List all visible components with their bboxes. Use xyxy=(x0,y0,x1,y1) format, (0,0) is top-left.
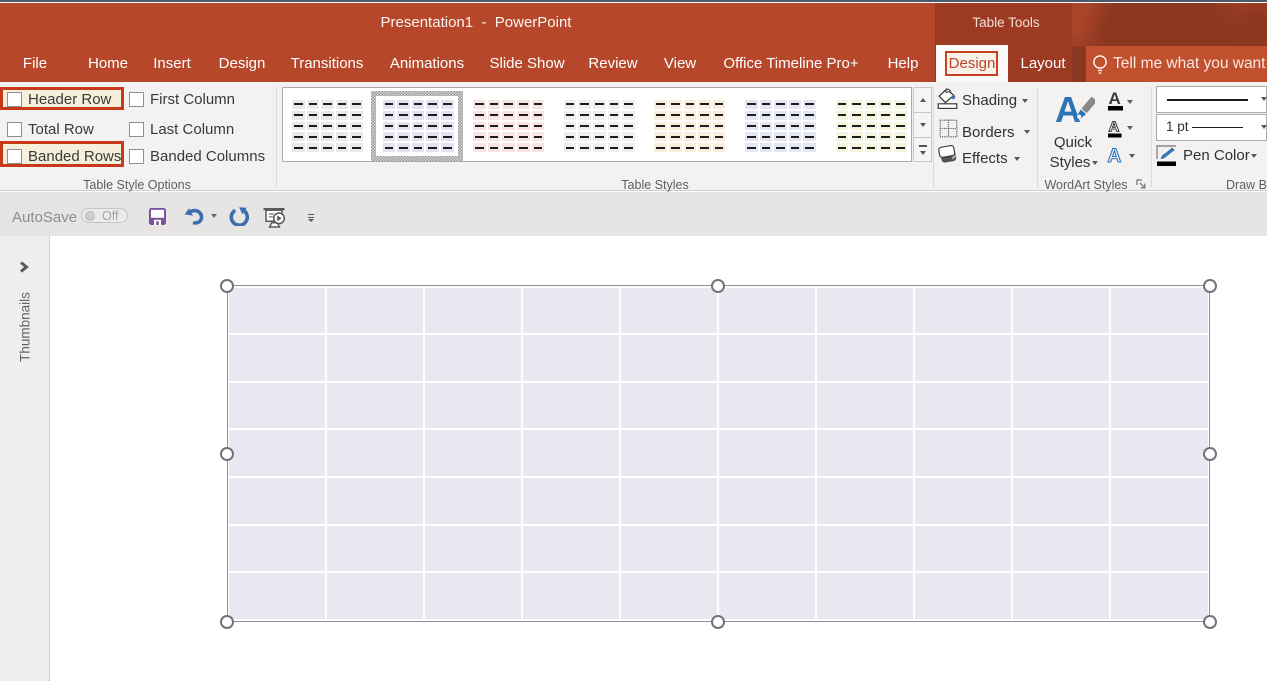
svg-text:A: A xyxy=(1055,89,1081,130)
svg-text:A: A xyxy=(1109,119,1120,136)
svg-text:A: A xyxy=(1108,146,1122,167)
svg-text:A: A xyxy=(1109,89,1121,108)
